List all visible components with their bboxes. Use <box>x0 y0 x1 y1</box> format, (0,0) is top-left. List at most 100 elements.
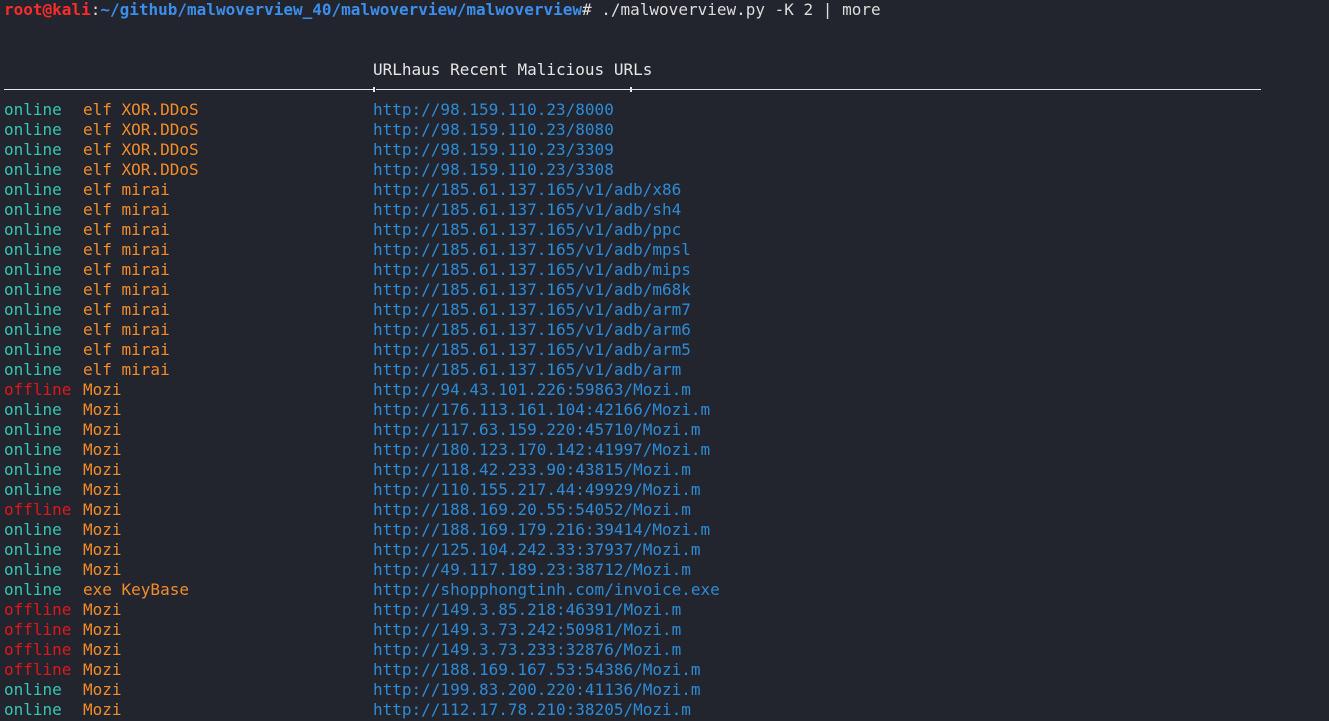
malware-cell: elf mirai <box>83 280 170 299</box>
table-row: online Mozi http://188.169.179.216:39414/M… <box>0 520 1329 540</box>
table-row: online elf mirai http://185.61.137.165/v1/… <box>0 200 1329 220</box>
malware-cell: exe KeyBase <box>83 580 189 599</box>
table-row: offline Mozi http://188.169.167.53:54386/M… <box>0 660 1329 680</box>
url-cell[interactable]: http://188.169.179.216:39414/Mozi.m <box>373 520 710 540</box>
url-cell[interactable]: http://98.159.110.23/8000 <box>373 100 614 120</box>
url-cell[interactable]: http://shopphongtinh.com/invoice.exe <box>373 580 720 600</box>
url-cell[interactable]: http://118.42.233.90:43815/Mozi.m <box>373 460 691 480</box>
table-row: online Mozi http://117.63.159.220:45710/Mo… <box>0 420 1329 440</box>
malware-cell: Mozi <box>83 480 122 499</box>
table-row: online Mozi http://110.155.217.44:49929/Mo… <box>0 480 1329 500</box>
malware-cell: Mozi <box>83 440 122 459</box>
malware-cell: Mozi <box>83 620 122 639</box>
status-cell: online <box>4 200 62 219</box>
status-cell: offline <box>4 620 72 639</box>
prompt-separator: : <box>90 0 101 19</box>
status-cell: offline <box>4 500 72 519</box>
header-rule-right <box>376 89 1261 90</box>
url-cell[interactable]: http://185.61.137.165/v1/adb/arm5 <box>373 340 691 360</box>
status-cell: online <box>4 520 62 539</box>
table-row: online Mozi http://125.104.242.33:37937/Mo… <box>0 540 1329 560</box>
status-cell: online <box>4 140 62 159</box>
malware-cell: elf XOR.DDoS <box>83 140 199 159</box>
table-row: offline Mozi http://149.3.73.242:50981/Moz… <box>0 620 1329 640</box>
shell-prompt: root@kali:~/github/malwoverview_40/malwo… <box>4 0 881 20</box>
malware-cell: elf mirai <box>83 200 170 219</box>
url-cell[interactable]: http://199.83.200.220:41136/Mozi.m <box>373 680 701 700</box>
malware-cell: elf XOR.DDoS <box>83 160 199 179</box>
url-cell[interactable]: http://185.61.137.165/v1/adb/mpsl <box>373 240 691 260</box>
status-cell: online <box>4 340 62 359</box>
url-table: online elf XOR.DDoS http://98.159.110.23/8… <box>0 100 1329 720</box>
malware-cell: elf mirai <box>83 340 170 359</box>
url-cell[interactable]: http://94.43.101.226:59863/Mozi.m <box>373 380 691 400</box>
malware-cell: elf mirai <box>83 240 170 259</box>
table-row: online elf mirai http://185.61.137.165/v1/… <box>0 260 1329 280</box>
table-row: online elf XOR.DDoS http://98.159.110.23/3… <box>0 140 1329 160</box>
terminal-window[interactable]: root@kali:~/github/malwoverview_40/malwo… <box>0 0 1329 721</box>
status-cell: online <box>4 580 62 599</box>
url-cell[interactable]: http://149.3.73.242:50981/Mozi.m <box>373 620 681 640</box>
url-cell[interactable]: http://110.155.217.44:49929/Mozi.m <box>373 480 701 500</box>
status-cell: online <box>4 460 62 479</box>
malware-cell: Mozi <box>83 420 122 439</box>
url-cell[interactable]: http://188.169.20.55:54052/Mozi.m <box>373 500 691 520</box>
url-cell[interactable]: http://185.61.137.165/v1/adb/x86 <box>373 180 681 200</box>
table-row: online elf mirai http://185.61.137.165/v1/… <box>0 320 1329 340</box>
status-cell: offline <box>4 380 72 399</box>
url-cell[interactable]: http://185.61.137.165/v1/adb/arm7 <box>373 300 691 320</box>
status-cell: online <box>4 540 62 559</box>
malware-cell: Mozi <box>83 640 122 659</box>
malware-cell: elf mirai <box>83 300 170 319</box>
malware-cell: Mozi <box>83 400 122 419</box>
malware-cell: elf mirai <box>83 260 170 279</box>
status-cell: online <box>4 480 62 499</box>
url-cell[interactable]: http://98.159.110.23/8080 <box>373 120 614 140</box>
url-cell[interactable]: http://49.117.189.23:38712/Mozi.m <box>373 560 691 580</box>
status-cell: online <box>4 360 62 379</box>
status-cell: online <box>4 320 62 339</box>
status-cell: online <box>4 280 62 299</box>
table-row: online elf mirai http://185.61.137.165/v1/… <box>0 180 1329 200</box>
url-cell[interactable]: http://149.3.73.233:32876/Mozi.m <box>373 640 681 660</box>
malware-cell: elf mirai <box>83 220 170 239</box>
url-cell[interactable]: http://117.63.159.220:45710/Mozi.m <box>373 420 701 440</box>
malware-cell: elf XOR.DDoS <box>83 100 199 119</box>
url-cell[interactable]: http://185.61.137.165/v1/adb/mips <box>373 260 691 280</box>
table-row: online Mozi http://49.117.189.23:38712/Moz… <box>0 560 1329 580</box>
status-cell: online <box>4 100 62 119</box>
status-cell: online <box>4 260 62 279</box>
url-cell[interactable]: http://98.159.110.23/3308 <box>373 160 614 180</box>
url-cell[interactable]: http://185.61.137.165/v1/adb/arm6 <box>373 320 691 340</box>
table-row: online Mozi http://112.17.78.210:38205/Moz… <box>0 700 1329 720</box>
url-cell[interactable]: http://180.123.170.142:41997/Mozi.m <box>373 440 710 460</box>
status-cell: online <box>4 440 62 459</box>
url-cell[interactable]: http://125.104.242.33:37937/Mozi.m <box>373 540 701 560</box>
url-cell[interactable]: http://185.61.137.165/v1/adb/arm <box>373 360 681 380</box>
table-row: online Mozi http://199.83.200.220:41136/Mo… <box>0 680 1329 700</box>
table-row: online elf mirai http://185.61.137.165/v1/… <box>0 340 1329 360</box>
url-cell[interactable]: http://185.61.137.165/v1/adb/m68k <box>373 280 691 300</box>
url-cell[interactable]: http://185.61.137.165/v1/adb/ppc <box>373 220 681 240</box>
prompt-user-host: root@kali <box>4 0 91 19</box>
table-row: online elf XOR.DDoS http://98.159.110.23/8… <box>0 120 1329 140</box>
header-rule-tick-left <box>373 87 375 92</box>
table-row: offline Mozi http://94.43.101.226:59863/Mo… <box>0 380 1329 400</box>
malware-cell: Mozi <box>83 540 122 559</box>
url-cell[interactable]: http://149.3.85.218:46391/Mozi.m <box>373 600 681 620</box>
table-title: URLhaus Recent Malicious URLs <box>373 60 653 79</box>
url-cell[interactable]: http://98.159.110.23/3309 <box>373 140 614 160</box>
table-row: online elf XOR.DDoS http://98.159.110.23/8… <box>0 100 1329 120</box>
status-cell: online <box>4 560 62 579</box>
malware-cell: Mozi <box>83 700 122 719</box>
url-cell[interactable]: http://188.169.167.53:54386/Mozi.m <box>373 660 701 680</box>
url-cell[interactable]: http://112.17.78.210:38205/Mozi.m <box>373 700 691 720</box>
status-cell: online <box>4 700 62 719</box>
table-row: offline Mozi http://188.169.20.55:54052/Mo… <box>0 500 1329 520</box>
status-cell: online <box>4 420 62 439</box>
url-cell[interactable]: http://185.61.137.165/v1/adb/sh4 <box>373 200 681 220</box>
status-cell: online <box>4 120 62 139</box>
url-cell[interactable]: http://176.113.161.104:42166/Mozi.m <box>373 400 710 420</box>
table-row: offline Mozi http://149.3.85.218:46391/Moz… <box>0 600 1329 620</box>
table-row: online elf XOR.DDoS http://98.159.110.23/3… <box>0 160 1329 180</box>
